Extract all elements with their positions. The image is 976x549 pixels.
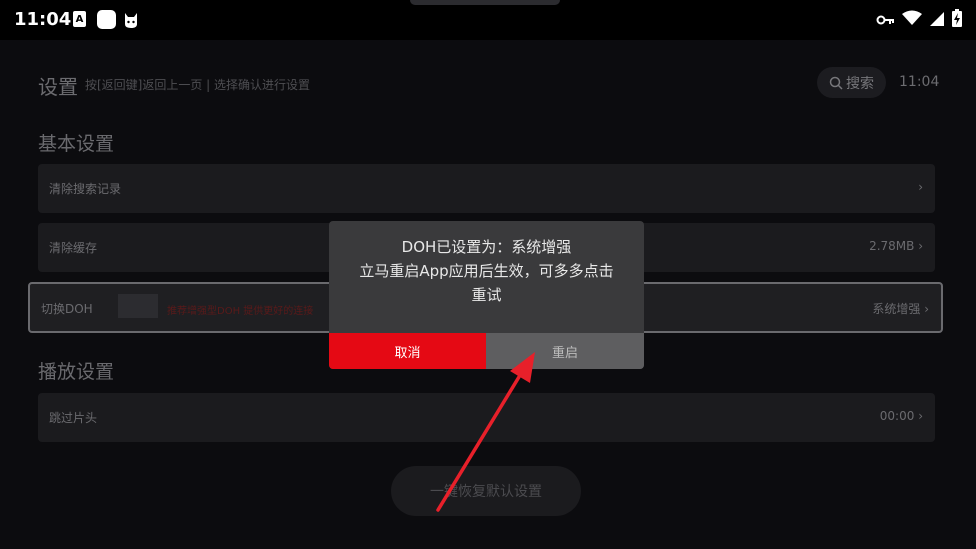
setting-label: 切换DOH — [41, 302, 93, 316]
setting-label: 清除搜索记录 — [49, 182, 122, 196]
cell-signal-icon — [930, 11, 944, 30]
wifi-icon — [902, 10, 922, 30]
battery-charging-icon — [952, 9, 962, 31]
search-label: 搜索 — [846, 75, 874, 92]
dialog-buttons: 取消 重启 — [329, 333, 644, 369]
doh-value: 系统增强 — [872, 302, 921, 316]
skip-intro-value: 00:00 — [879, 409, 915, 423]
chevron-right-icon: › — [918, 180, 923, 194]
reset-defaults-button[interactable]: 一键恢复默认设置 — [391, 466, 581, 516]
cancel-button[interactable]: 取消 — [329, 333, 486, 369]
setting-value: 00:00 › — [879, 409, 923, 423]
status-right-icons — [876, 9, 962, 31]
settings-screen: 11:04 A 设置 按[返回键]返回上一页 | 选择确认进行设置 搜索 11:… — [0, 0, 976, 549]
status-bar: 11:04 A — [0, 0, 976, 40]
doh-dialog: DOH已设置为：系统增强 立马重启App应用后生效，可多多点击 重试 取消 重启 — [329, 221, 644, 369]
a-badge-icon: A — [73, 11, 86, 27]
setting-value: 系统增强 › — [872, 302, 929, 316]
square-app-icon — [97, 10, 116, 29]
setting-value: 2.78MB › — [869, 239, 923, 253]
cache-size: 2.78MB — [869, 239, 915, 253]
search-icon — [829, 76, 843, 90]
page-title: 设置 — [38, 75, 78, 99]
dialog-message: DOH已设置为：系统增强 立马重启App应用后生效，可多多点击 重试 — [329, 235, 644, 307]
restart-button[interactable]: 重启 — [486, 333, 644, 369]
setting-label: 跳过片头 — [49, 411, 98, 425]
vpn-key-icon — [876, 11, 894, 30]
dialog-line-2: 立马重启App应用后生效，可多多点击 — [359, 262, 614, 280]
dialog-line-3: 重试 — [471, 286, 502, 304]
top-notch — [410, 0, 560, 5]
status-time: 11:04 — [14, 9, 72, 30]
redacted-block — [118, 294, 158, 318]
setting-row-skip-intro[interactable]: 跳过片头 00:00 › — [38, 393, 935, 442]
page-hint: 按[返回键]返回上一页 | 选择确认进行设置 — [85, 78, 311, 92]
setting-label: 清除缓存 — [49, 241, 98, 255]
header-clock: 11:04 — [899, 74, 940, 90]
search-button[interactable]: 搜索 — [817, 67, 886, 98]
cat-icon — [123, 11, 139, 29]
setting-row-clear-search[interactable]: 清除搜索记录 › — [38, 164, 935, 213]
section-title-playback: 播放设置 — [38, 361, 115, 383]
dialog-line-1: DOH已设置为：系统增强 — [401, 238, 572, 256]
section-title-basic: 基本设置 — [38, 133, 115, 155]
doh-note: 推荐增强型DOH 提供更好的连接 — [167, 306, 314, 317]
